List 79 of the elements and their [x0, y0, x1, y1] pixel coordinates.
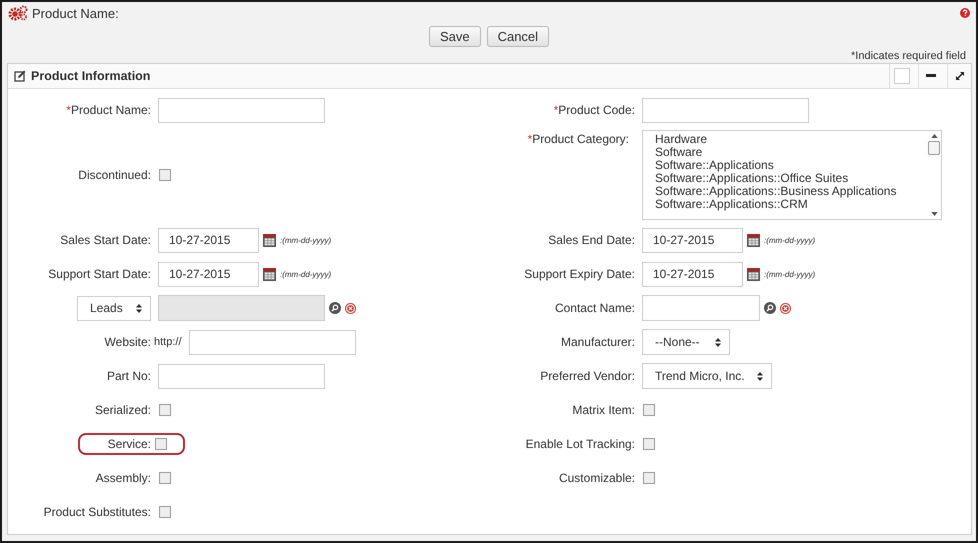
checkbox[interactable]	[159, 404, 171, 416]
required-mark: *	[528, 132, 532, 146]
text-field[interactable]	[158, 98, 325, 122]
select-arrows-icon	[136, 304, 142, 312]
page-title: Product Name:	[32, 6, 119, 20]
date-format-hint: :(mm-dd-yyyy)	[280, 270, 332, 278]
text-field[interactable]	[158, 364, 325, 388]
url-prefix: http://	[154, 336, 182, 348]
calendar-icon[interactable]	[747, 268, 760, 280]
required-note: *Indicates required field	[851, 50, 966, 62]
field-label: Customizable:	[558, 471, 635, 485]
field-label: Part No:	[106, 369, 151, 383]
scroll-thumb[interactable]	[928, 141, 940, 155]
save-button[interactable]: Save	[428, 26, 481, 47]
clear-icon[interactable]	[345, 302, 356, 314]
field-label: Manufacturer:	[560, 335, 635, 349]
search-icon[interactable]	[764, 302, 776, 314]
field-label: Website:	[104, 335, 151, 349]
checkbox[interactable]	[159, 169, 171, 181]
calendar-icon[interactable]	[747, 234, 760, 246]
list-option[interactable]: Hardware	[655, 133, 915, 146]
lookup-field[interactable]	[642, 295, 760, 321]
field-label: Preferred Vendor:	[540, 369, 635, 383]
select-arrows-icon	[715, 338, 721, 346]
field-label: Assembly:	[96, 471, 151, 485]
field-label: Product Category:	[532, 132, 629, 146]
date-format-hint: :(mm-dd-yyyy)	[280, 236, 332, 244]
checkbox[interactable]	[643, 438, 655, 450]
field-label: Support Expiry Date:	[524, 267, 635, 281]
list-option[interactable]: Software::Applications::Business Applications	[655, 185, 915, 198]
select-field[interactable]: --None--	[642, 329, 730, 355]
list-option[interactable]: Software	[655, 146, 915, 159]
list-option[interactable]: Software::Applications	[655, 159, 915, 172]
gears-icon	[8, 5, 28, 21]
checkbox[interactable]	[643, 472, 655, 484]
select-arrows-icon	[756, 372, 763, 380]
field-label: Discontinued:	[78, 168, 151, 182]
date-field[interactable]: 10-27-2015	[158, 228, 259, 252]
field-label: Serialized:	[94, 403, 151, 417]
field-label: Contact Name:	[554, 301, 635, 315]
edit-icon	[14, 70, 26, 82]
required-mark: *	[66, 103, 71, 117]
scroll-up-icon[interactable]	[930, 134, 938, 138]
field-label: Product Substitutes:	[44, 505, 151, 519]
field-label: Service:	[108, 437, 151, 451]
checkbox[interactable]	[155, 438, 167, 450]
minus-icon	[926, 74, 936, 78]
cancel-button[interactable]: Cancel	[486, 26, 550, 47]
date-format-hint: :(mm-dd-yyyy)	[764, 236, 816, 244]
field-label: Sales End Date:	[548, 233, 635, 247]
field-label: Product Name:	[70, 103, 151, 117]
panel-option-button[interactable]	[889, 64, 913, 88]
clear-icon[interactable]	[780, 302, 791, 314]
list-option[interactable]: Software::Applications::Office Suites	[655, 172, 915, 185]
field-label: Enable Lot Tracking:	[526, 437, 635, 451]
scroll-down-icon[interactable]	[930, 212, 938, 216]
category-listbox[interactable]: Hardware Software Software::Applications Software::Applications::Office Suites Software::Applications::Business Applications Software::Applications::CRM	[642, 130, 942, 220]
expand-icon	[954, 71, 964, 81]
date-field[interactable]: 10-27-2015	[158, 262, 259, 286]
website-field[interactable]	[188, 330, 356, 354]
field-label: Product Code:	[558, 103, 635, 117]
field-label: Support Start Date:	[48, 267, 151, 281]
required-mark: *	[554, 103, 558, 117]
calendar-icon[interactable]	[263, 268, 276, 280]
checkbox[interactable]	[159, 506, 171, 518]
checkbox[interactable]	[643, 404, 655, 416]
date-field[interactable]: 10-27-2015	[642, 228, 743, 252]
field-label: Matrix Item:	[572, 403, 635, 417]
date-format-hint: :(mm-dd-yyyy)	[764, 270, 816, 278]
date-field[interactable]: 10-27-2015	[642, 262, 743, 286]
calendar-icon[interactable]	[263, 234, 276, 246]
checkbox[interactable]	[159, 472, 171, 484]
field-label: Sales Start Date:	[60, 233, 151, 247]
search-icon[interactable]	[329, 302, 341, 314]
select-field[interactable]: Trend Micro, Inc.	[642, 363, 772, 389]
text-field[interactable]	[642, 98, 809, 122]
help-icon[interactable]	[960, 8, 970, 18]
list-option[interactable]: Software::Applications::CRM	[655, 198, 915, 211]
panel-title: Product Information	[31, 69, 150, 83]
